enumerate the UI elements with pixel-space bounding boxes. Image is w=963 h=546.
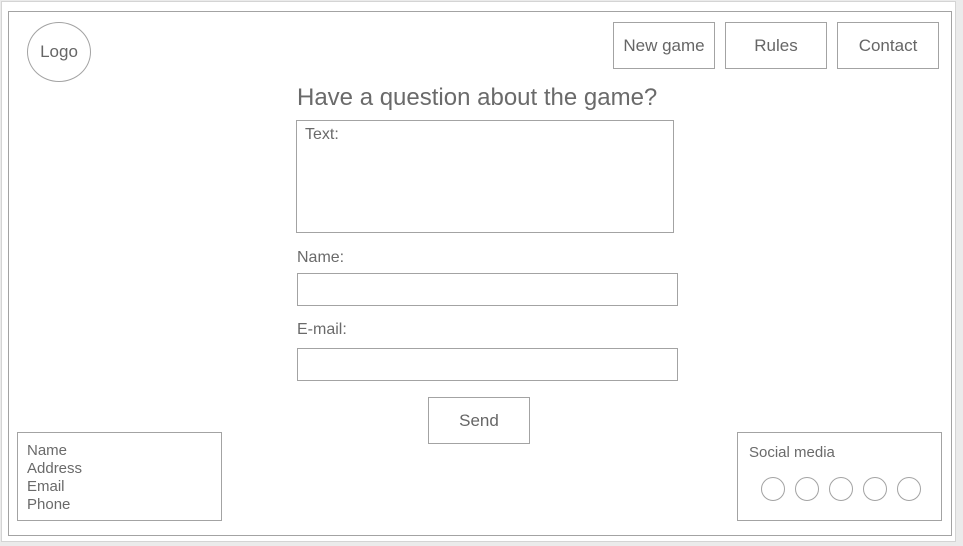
nav-new-game-button[interactable]: New game: [613, 22, 715, 69]
contact-email: Email: [27, 478, 65, 495]
textarea-placeholder: Text:: [305, 126, 339, 143]
send-button[interactable]: Send: [428, 397, 530, 444]
social-media-title: Social media: [749, 444, 835, 461]
social-icon-3[interactable]: [829, 477, 853, 501]
name-label: Name:: [297, 249, 345, 266]
social-icons-row: [761, 477, 921, 501]
page-title: Have a question about the game?: [297, 84, 658, 111]
social-icon-4[interactable]: [863, 477, 887, 501]
email-label: E-mail:: [297, 321, 347, 338]
contact-address: Address: [27, 460, 83, 477]
nav-rules-button[interactable]: Rules: [725, 22, 827, 69]
social-media-box: Social media: [737, 432, 942, 521]
email-field[interactable]: [297, 348, 678, 381]
logo-label: Logo: [40, 42, 78, 61]
nav-contact-label: Contact: [858, 35, 918, 55]
contact-name: Name: [27, 442, 68, 459]
question-textarea[interactable]: Text:: [296, 120, 674, 233]
send-button-label: Send: [459, 410, 499, 430]
social-icon-1[interactable]: [761, 477, 785, 501]
social-icon-5[interactable]: [897, 477, 921, 501]
logo[interactable]: Logo: [27, 22, 91, 82]
social-icon-2[interactable]: [795, 477, 819, 501]
nav-new-game-label: New game: [623, 35, 705, 55]
name-field[interactable]: [297, 273, 678, 306]
nav-rules-label: Rules: [754, 35, 798, 55]
contact-info-box: Name Address Email Phone: [17, 432, 222, 521]
nav-contact-button[interactable]: Contact: [837, 22, 939, 69]
contact-phone: Phone: [27, 496, 71, 513]
